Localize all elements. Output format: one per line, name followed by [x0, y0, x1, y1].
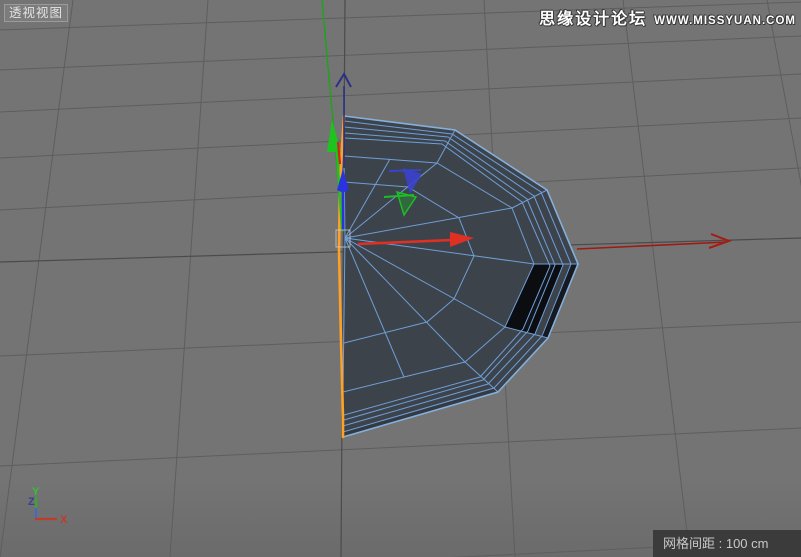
z-axis-arrow-icon — [335, 71, 352, 88]
watermark-site-url: WWW.MISSYUAN.COM — [654, 15, 796, 27]
watermark: 思缘设计论坛 WWW.MISSYUAN.COM — [539, 5, 796, 29]
viewport-canvas[interactable]: Y Z X — [0, 0, 801, 557]
viewport-title: 透视视图 — [4, 4, 69, 22]
perspective-viewport[interactable]: Y Z X 透视视图 思缘设计论坛 WWW.MISSYUAN.COM 网格间距 … — [0, 0, 801, 557]
half-octagon-mesh[interactable] — [337, 114, 579, 439]
world-axis-widget: Y Z X — [28, 486, 68, 526]
axis-x-label: X — [60, 514, 68, 526]
grid-spacing-status: 网格间距 : 100 cm — [653, 530, 801, 557]
watermark-site-name: 思缘设计论坛 — [539, 11, 648, 28]
axis-z-label: Z — [28, 496, 35, 508]
